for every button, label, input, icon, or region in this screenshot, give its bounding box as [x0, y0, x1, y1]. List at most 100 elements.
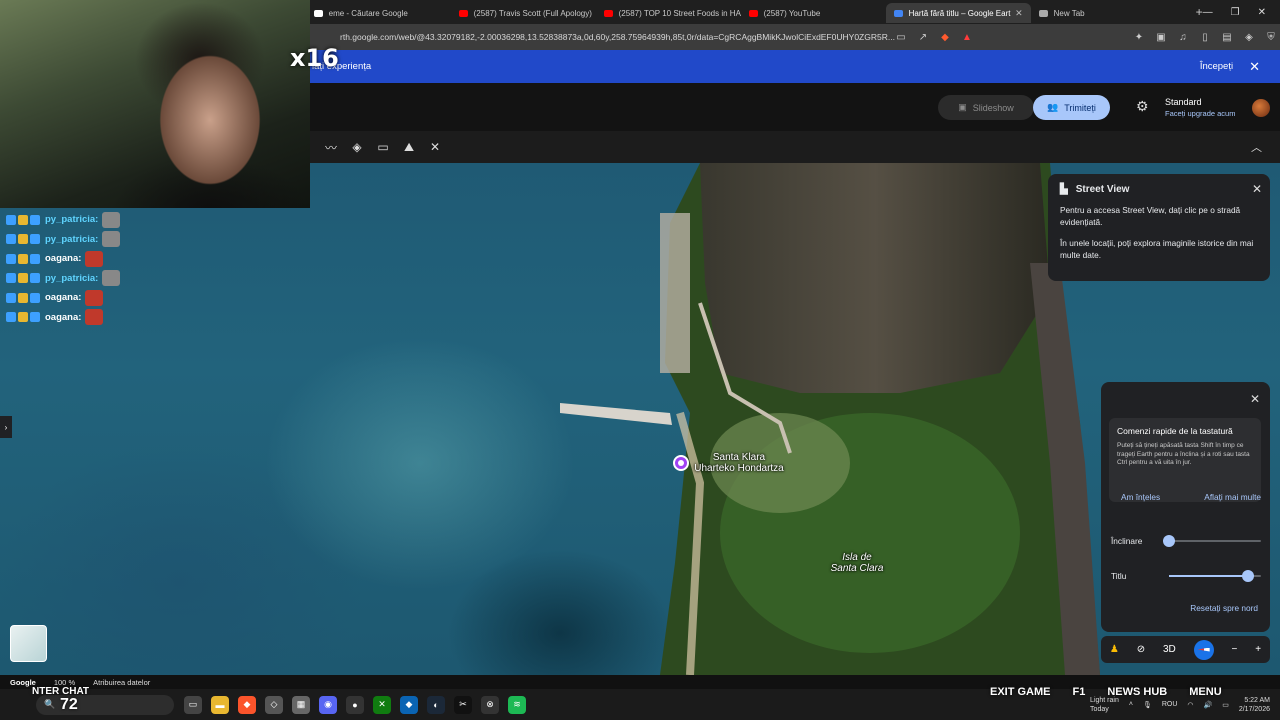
browser-tab[interactable]: Hartă fără titlu – Google Eart ✕	[885, 3, 1031, 23]
language-indicator[interactable]: ROU	[1162, 701, 1178, 708]
battery-icon[interactable]: ▭	[1222, 701, 1229, 709]
zoom-out-button[interactable]: −	[1232, 644, 1238, 655]
discord-icon[interactable]: ◉	[319, 695, 337, 714]
chat-badge-icon	[18, 273, 28, 284]
sidebar-icon[interactable]: ▯	[1199, 32, 1211, 43]
music-icon[interactable]: ♫	[1177, 32, 1189, 43]
tab-favicon-icon	[893, 9, 903, 17]
spotify-icon[interactable]: ≋	[508, 695, 526, 714]
browser-tab[interactable]: eme - Căutare Google	[306, 3, 451, 23]
clock[interactable]: 5:22 AM 2/17/2026	[1239, 696, 1270, 714]
app3-icon[interactable]: ⊗	[481, 695, 499, 714]
rewards-icon[interactable]: ▲	[961, 32, 973, 43]
shield-icon[interactable]: ⛨	[1265, 32, 1277, 43]
steam-icon[interactable]: ◐	[427, 695, 445, 714]
chevron-up-tray-icon[interactable]: ˄	[1129, 701, 1133, 708]
browser-tab[interactable]: (2587) YouTube	[741, 3, 886, 23]
location-pin-icon[interactable]	[673, 455, 689, 471]
chat-badge-icon	[30, 273, 40, 284]
maximize-icon[interactable]: ❐	[1231, 7, 1240, 18]
chat-badge-icon	[6, 292, 16, 303]
shortcuts-title: Comenzi rapide de la tastatură	[1117, 426, 1233, 436]
compass-icon[interactable]	[1193, 639, 1214, 660]
plan-name: Standard	[1165, 97, 1202, 107]
place-label[interactable]: Santa Klara Uharteko Hondartza	[694, 452, 784, 474]
slideshow-button[interactable]: ▣ Slideshow	[938, 95, 1034, 120]
mic-icon[interactable]: 🎙	[1143, 701, 1152, 709]
ruler-icon[interactable]: ▭	[370, 140, 396, 154]
url-field[interactable]: rth.google.com/web/@43.32079182,-2.00036…	[340, 32, 895, 42]
chat-username[interactable]: oagana:	[45, 253, 81, 264]
path-icon[interactable]: 〰	[318, 139, 344, 156]
task-view-icon[interactable]: ▭	[184, 695, 202, 714]
file-explorer-icon[interactable]: ▬	[211, 695, 229, 714]
pegman-icon[interactable]: ♟	[1110, 644, 1119, 655]
tab-close-icon[interactable]: ✕	[1015, 8, 1023, 19]
chat-emote-icon	[102, 211, 121, 228]
weather-widget[interactable]: Light rain Today	[1090, 696, 1119, 714]
chat-badge-icon	[30, 312, 40, 323]
browser-tab[interactable]: (2587) Travis Scott (Full Apology)	[451, 3, 596, 23]
wifi-icon[interactable]: ◠	[1187, 701, 1193, 709]
tab-favicon-icon	[313, 9, 323, 17]
minimize-icon[interactable]: —	[1203, 7, 1213, 18]
app-icon[interactable]: ◇	[265, 695, 283, 714]
map-controls: ♟ ⊘ 3D − +	[1101, 636, 1270, 663]
xbox-icon[interactable]: ✕	[373, 695, 391, 714]
3d-button[interactable]: 3D	[1163, 644, 1176, 655]
news-hub-label: NEWS HUB	[1107, 686, 1168, 698]
share-button[interactable]: 👥 Trimiteți	[1033, 95, 1110, 120]
avatar[interactable]	[1252, 99, 1270, 117]
upgrade-link[interactable]: Faceți upgrade acum	[1165, 108, 1235, 119]
chat-username[interactable]: py_patricia:	[45, 273, 98, 284]
chevron-right-icon[interactable]: ›	[0, 416, 12, 438]
capcut-icon[interactable]: ✂	[454, 695, 472, 714]
tilt-slider[interactable]	[1163, 535, 1261, 547]
brave-shield-icon[interactable]: ◆	[939, 32, 951, 43]
banner-close-icon[interactable]: ✕	[1249, 59, 1260, 75]
chat-username[interactable]: oagana:	[45, 312, 81, 323]
chat-username[interactable]: py_patricia:	[45, 214, 98, 225]
island-label[interactable]: Isla de Santa Clara	[812, 552, 902, 574]
start-button[interactable]: Începeți	[1200, 61, 1233, 72]
screen-icon[interactable]: ▭	[895, 32, 907, 43]
github-icon[interactable]: ●	[346, 695, 364, 714]
game-hud-ammo: 72	[60, 696, 78, 713]
brave-icon[interactable]: ◆	[238, 695, 256, 714]
wallet-icon[interactable]: ▤	[1221, 32, 1233, 43]
panel-close-icon[interactable]: ✕	[1250, 392, 1260, 406]
window-close-icon[interactable]: ✕	[1258, 7, 1266, 18]
browser-tab[interactable]: New Tab	[1031, 3, 1176, 23]
reset-north-button[interactable]: Resetați spre nord	[1190, 603, 1258, 613]
heading-slider[interactable]	[1169, 570, 1261, 582]
chevron-up-icon[interactable]: ︿	[1251, 139, 1262, 155]
tab-title: eme - Căutare Google	[328, 8, 408, 18]
no-rotate-icon[interactable]: ⊘	[1137, 644, 1145, 655]
share-icon[interactable]: ↗	[917, 32, 929, 43]
new-tab-icon[interactable]: +	[1196, 5, 1203, 19]
tilt-slider-knob[interactable]	[1163, 535, 1175, 547]
extension-icon[interactable]: ▣	[1155, 32, 1167, 43]
heading-label: Titlu	[1111, 571, 1127, 581]
settings-gear-icon[interactable]: ⚙	[1136, 98, 1149, 115]
vpn-icon[interactable]: ◈	[1243, 32, 1255, 43]
street-view-close-icon[interactable]: ✕	[1252, 182, 1262, 196]
app2-icon[interactable]: ◆	[400, 695, 418, 714]
store-icon[interactable]: ▦	[292, 695, 310, 714]
got-it-button[interactable]: Am înțeles	[1121, 492, 1160, 502]
chat-username[interactable]: oagana:	[45, 292, 81, 303]
learn-more-link[interactable]: Aflați mai multe	[1204, 492, 1261, 502]
taskbar-search[interactable]: 🔍	[36, 694, 174, 715]
plan-info[interactable]: Standard Faceți upgrade acum	[1165, 97, 1235, 119]
heading-slider-knob[interactable]	[1242, 570, 1255, 582]
chat-username[interactable]: py_patricia:	[45, 234, 98, 245]
volume-icon[interactable]: 🔊	[1204, 701, 1213, 709]
layers-icon[interactable]: ◈	[344, 140, 370, 154]
browser-tab[interactable]: (2587) TOP 10 Street Foods in HA	[596, 3, 741, 23]
attribution-link[interactable]: Atribuirea datelor	[93, 678, 150, 687]
zoom-in-button[interactable]: +	[1255, 644, 1261, 655]
extensions-icon[interactable]: ✦	[1133, 32, 1145, 43]
slideshow-icon: ▣	[958, 102, 967, 112]
satellite-icon[interactable]: ✕	[422, 140, 448, 154]
image-add-icon[interactable]: ⛰	[396, 140, 422, 155]
